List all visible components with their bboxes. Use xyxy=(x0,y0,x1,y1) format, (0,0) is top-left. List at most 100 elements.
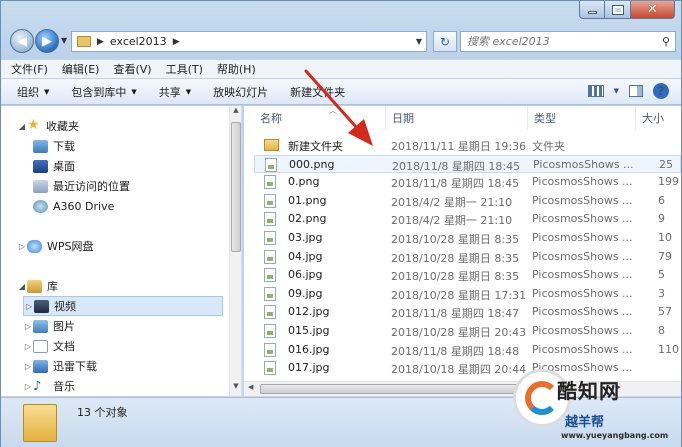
scroll-thumb[interactable] xyxy=(231,122,241,252)
menu-edit[interactable]: 编辑(E) xyxy=(62,61,100,77)
scroll-left-icon[interactable]: ◀ xyxy=(248,383,253,391)
breadcrumb-chevron-icon[interactable]: ▶ xyxy=(173,37,180,47)
nav-library[interactable]: ◢ 库 xyxy=(17,276,58,296)
expand-icon[interactable]: ▷ xyxy=(24,302,34,311)
file-type: PicosmosShows ... xyxy=(532,305,633,319)
nav-a360[interactable]: A360 Drive xyxy=(33,196,114,216)
file-name: 01.png xyxy=(288,193,327,207)
nav-recent[interactable]: 最近访问的位置 xyxy=(33,176,130,196)
slideshow-button[interactable]: 放映幻灯片 xyxy=(213,84,268,100)
search-box[interactable]: ⚲ xyxy=(460,31,676,52)
file-row[interactable]: 000.png 2018/11/8 星期四 18:45 PicosmosShows … xyxy=(254,154,681,173)
include-library-button[interactable]: 包含到库中 ▼ xyxy=(71,84,136,100)
preview-pane-icon[interactable] xyxy=(629,85,643,97)
nav-videos[interactable]: ▷ 视频 xyxy=(23,296,223,316)
watermark-text: 酷知网 xyxy=(557,379,620,403)
navigation-pane: ◢ ★ 收藏夹 下载 桌面 最近访问的位置 A360 Drive ▷ WPS网盘… xyxy=(1,106,242,396)
menu-tools[interactable]: 工具(T) xyxy=(166,61,203,77)
view-dropdown-icon[interactable]: ▼ xyxy=(614,87,619,95)
file-name: 09.jpg xyxy=(288,286,323,300)
scroll-down-icon[interactable]: ▼ xyxy=(230,382,241,396)
library-icon xyxy=(27,279,42,293)
column-header-type[interactable]: 类型 xyxy=(528,106,636,130)
file-row[interactable]: 09.jpg 2018/10/28 星期日 17:31 PicosmosShows … xyxy=(254,285,681,303)
expand-icon[interactable]: ▷ xyxy=(23,382,33,391)
nav-videos-label: 视频 xyxy=(54,300,76,313)
file-date: 2018/4/2 星期一 21:10 xyxy=(391,195,513,209)
file-size: 79 xyxy=(658,249,672,263)
file-row[interactable]: 012.jpg 2018/11/8 星期四 18:47 PicosmosShows … xyxy=(254,303,681,321)
file-row[interactable]: 03.jpg 2018/10/28 星期日 8:35 PicosmosShows .… xyxy=(254,229,681,247)
scroll-up-icon[interactable]: ▲ xyxy=(230,106,241,120)
organize-button[interactable]: 组织 ▼ xyxy=(17,84,49,100)
file-name: 03.jpg xyxy=(288,231,323,244)
forward-button[interactable]: ▶ xyxy=(35,29,59,53)
breadcrumb-chevron-icon[interactable]: ▶ xyxy=(97,37,104,47)
search-input[interactable] xyxy=(467,35,647,48)
column-size-label: 大小 xyxy=(642,112,664,125)
share-button[interactable]: 共享 ▼ xyxy=(159,84,191,100)
folder-icon xyxy=(264,139,279,151)
file-name: 017.jpg xyxy=(288,361,330,375)
file-row[interactable]: 06.jpg 2018/10/28 星期日 8:35 PicosmosShows .… xyxy=(254,266,681,284)
wps-cloud-icon xyxy=(27,239,42,253)
nav-music-label: 音乐 xyxy=(53,380,75,393)
column-header-name[interactable]: ︿ 名称 xyxy=(254,106,386,130)
address-dropdown-icon[interactable]: ▼ xyxy=(416,37,422,46)
expand-icon[interactable]: ▷ xyxy=(17,242,27,251)
refresh-button[interactable]: ↻ xyxy=(433,31,457,52)
minimize-icon xyxy=(587,10,597,14)
file-row[interactable]: 04.jpg 2018/10/28 星期日 8:35 PicosmosShows .… xyxy=(254,248,681,266)
nav-wps-label: WPS网盘 xyxy=(47,240,94,253)
minimize-button[interactable] xyxy=(579,1,605,19)
file-row[interactable]: 0.png 2018/11/8 星期四 18:45 PicosmosShows ..… xyxy=(254,173,681,191)
nav-favorites-label: 收藏夹 xyxy=(46,120,79,133)
address-bar[interactable]: ▶ excel2013 ▶ ▼ xyxy=(71,31,427,52)
nav-wps[interactable]: ▷ WPS网盘 xyxy=(17,236,94,256)
collapse-icon[interactable]: ◢ xyxy=(17,282,27,291)
nav-downloads-label: 下载 xyxy=(53,140,75,153)
file-row[interactable]: 新建文件夹 2018/11/11 星期日 19:36 文件夹 xyxy=(254,136,681,154)
breadcrumb-current[interactable]: excel2013 xyxy=(110,35,167,48)
column-type-label: 类型 xyxy=(534,112,556,125)
expand-icon[interactable]: ▷ xyxy=(23,342,33,351)
watermark-logo: 酷知网 越羊帮 www.yueyangbang.com xyxy=(501,361,682,447)
close-button[interactable]: ✕ xyxy=(631,1,675,19)
view-controls: ▼ ? xyxy=(587,83,669,99)
file-date: 2018/11/8 星期四 18:45 xyxy=(391,177,520,191)
nav-downloads[interactable]: 下载 xyxy=(33,136,75,156)
file-name: 06.jpg xyxy=(288,268,323,282)
recent-pages-dropdown[interactable]: ▼ xyxy=(61,36,67,45)
nav-recent-label: 最近访问的位置 xyxy=(53,180,130,193)
nav-thunder[interactable]: ▷ 迅雷下载 xyxy=(23,356,97,376)
menu-help[interactable]: 帮助(H) xyxy=(217,61,256,77)
collapse-icon[interactable]: ◢ xyxy=(17,122,27,131)
expand-icon[interactable]: ▷ xyxy=(23,322,33,331)
nav-music[interactable]: ▷ ♪ 音乐 xyxy=(23,376,75,396)
file-type: 文件夹 xyxy=(532,140,565,153)
menu-file[interactable]: 文件(F) xyxy=(11,61,48,77)
menu-view[interactable]: 查看(V) xyxy=(113,61,151,77)
thunder-download-icon xyxy=(33,359,48,373)
new-folder-button[interactable]: 新建文件夹 xyxy=(290,84,345,100)
change-view-icon[interactable] xyxy=(587,85,604,97)
nav-desktop[interactable]: 桌面 xyxy=(33,156,75,176)
sort-ascending-icon: ︿ xyxy=(329,106,337,115)
file-row[interactable]: 01.png 2018/4/2 星期一 21:10 PicosmosShows ..… xyxy=(254,192,681,210)
maximize-button[interactable] xyxy=(605,1,631,19)
file-size: 25 xyxy=(659,157,673,171)
file-row[interactable]: 015.jpg 2018/10/28 星期日 20:43 PicosmosShows… xyxy=(254,322,681,340)
nav-favorites[interactable]: ◢ ★ 收藏夹 xyxy=(17,116,79,136)
nav-scrollbar[interactable]: ▲ ▼ xyxy=(229,106,241,396)
file-row[interactable]: 02.png 2018/4/2 星期一 21:10 PicosmosShows ..… xyxy=(254,210,681,228)
search-icon[interactable]: ⚲ xyxy=(662,35,670,48)
nav-pictures[interactable]: ▷ 图片 xyxy=(23,316,75,336)
file-row[interactable]: 016.jpg 2018/11/8 星期四 18:48 PicosmosShows … xyxy=(254,341,681,359)
expand-icon[interactable]: ▷ xyxy=(23,362,33,371)
column-header-size[interactable]: 大小 xyxy=(636,106,681,130)
help-icon[interactable]: ? xyxy=(653,83,669,99)
image-file-icon xyxy=(264,193,276,208)
nav-documents[interactable]: ▷ 文档 xyxy=(23,336,75,356)
back-button[interactable]: ◀ xyxy=(10,29,34,53)
column-header-date[interactable]: 日期 xyxy=(386,106,528,130)
